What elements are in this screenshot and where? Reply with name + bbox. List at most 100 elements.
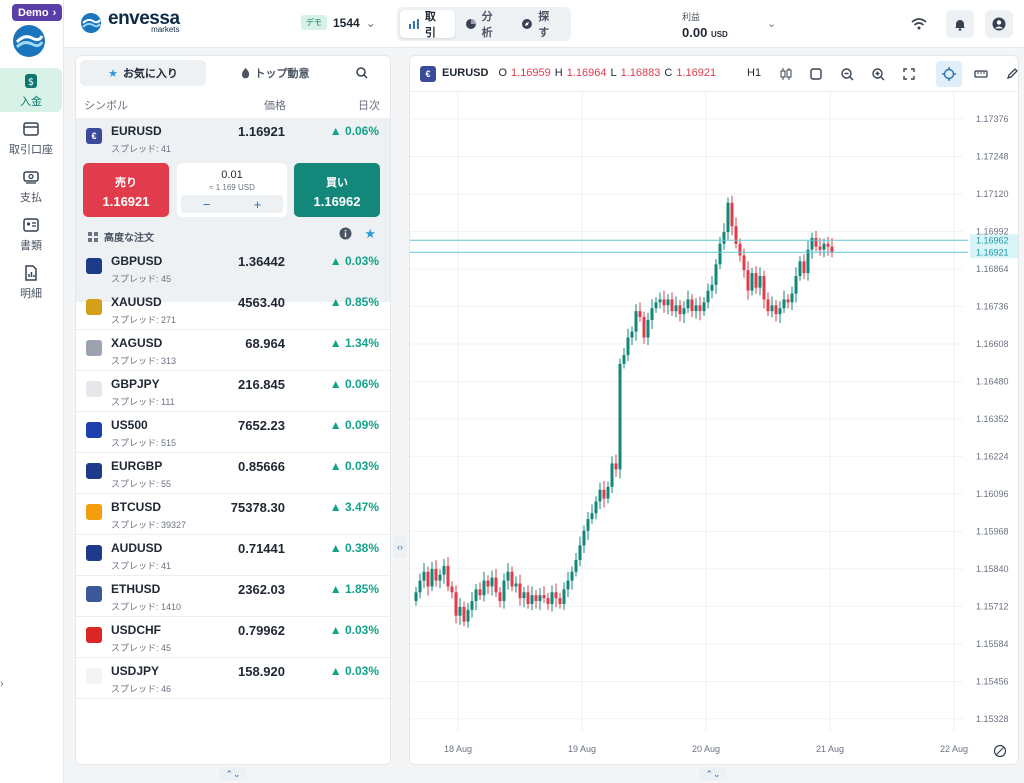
mode-explore[interactable]: 探す <box>513 10 568 39</box>
reset-zoom-icon[interactable] <box>993 744 1007 758</box>
candle-body <box>458 606 462 616</box>
symbol-price: 0.71441 <box>238 541 285 556</box>
candle-body <box>514 583 518 587</box>
lot-size-usd: ≈ 1 169 USD <box>209 183 255 192</box>
statement-icon <box>25 264 37 281</box>
symbol-name: USDJPY <box>111 664 160 678</box>
notifications-icon[interactable] <box>946 10 974 38</box>
info-icon[interactable] <box>339 227 352 240</box>
symbol-row[interactable]: USDCHF スプレッド: 45 0.79962 ▲ 0.03% <box>76 617 390 658</box>
symbol-change: ▲ 0.03% <box>329 623 379 637</box>
favorite-star-icon[interactable]: ★ <box>364 227 376 240</box>
symbol-change-value: 3.47% <box>344 500 379 514</box>
square-icon[interactable] <box>806 64 826 84</box>
symbol-flag-icon <box>86 422 102 438</box>
symbol-row[interactable]: XAGUSD スプレッド: 313 68.964 ▲ 1.34% <box>76 330 390 371</box>
x-tick-label: 18 Aug <box>444 744 472 754</box>
symbol-row[interactable]: US500 スプレッド: 515 7652.23 ▲ 0.09% <box>76 412 390 453</box>
profit-amount: 0.00 <box>682 25 708 40</box>
plus-icon[interactable]: + <box>254 197 262 212</box>
mode-trade[interactable]: 取引 <box>400 10 455 39</box>
fullscreen-icon[interactable] <box>899 64 919 84</box>
symbol-change: ▲ 3.47% <box>329 500 379 514</box>
candlestick-icon[interactable] <box>776 64 796 84</box>
candle-body <box>450 586 454 593</box>
lot-size-value[interactable]: 0.01 <box>177 169 287 181</box>
nav-expand-icon[interactable]: › <box>0 678 8 690</box>
symbol-spread: スプレッド: 1410 <box>111 602 182 612</box>
symbol-row[interactable]: GBPJPY スプレッド: 111 216.845 ▲ 0.06% <box>76 371 390 412</box>
symbol-price: 4563.40 <box>238 295 285 310</box>
sell-button[interactable]: 売り 1.16921 <box>83 163 169 217</box>
symbol-flag-icon <box>86 299 102 315</box>
symbol-flag-icon <box>86 463 102 479</box>
symbol-row[interactable]: AUDUSD スプレッド: 41 0.71441 ▲ 0.38% <box>76 535 390 576</box>
symbol-change-value: 0.03% <box>344 254 379 268</box>
candle-body <box>542 595 546 599</box>
selected-symbol-row[interactable]: € EURUSD スプレッド: 41 1.16921 ▲ 0.06% <box>76 118 390 159</box>
symbol-change: ▲ 1.85% <box>329 582 379 596</box>
symbol-row[interactable]: GBPUSD スプレッド: 45 1.36442 ▲ 0.03% <box>76 248 390 289</box>
candle-body <box>774 305 778 315</box>
candle-body <box>534 595 538 602</box>
search-button[interactable] <box>338 60 386 86</box>
mode-analysis[interactable]: 分析 <box>457 10 512 39</box>
symbol-change: ▲ 0.06% <box>329 377 379 391</box>
nav-documents[interactable]: 書類 <box>0 212 62 256</box>
column-change: 日次 <box>358 100 380 112</box>
advanced-order-link[interactable]: 高度な注文 <box>88 229 154 244</box>
account-selector[interactable]: デモ 1544 ⌄ <box>301 15 376 30</box>
candle-body <box>466 609 470 622</box>
symbol-row[interactable]: USDJPY スプレッド: 46 158.920 ▲ 0.03% <box>76 658 390 699</box>
minus-icon[interactable]: − <box>203 197 211 212</box>
panel-resize-icon[interactable]: ‹› <box>393 536 407 558</box>
demo-badge[interactable]: Demo › <box>12 4 63 21</box>
pencil-icon[interactable] <box>1002 64 1018 84</box>
symbol-row[interactable]: BTCUSD スプレッド: 39327 75378.30 ▲ 3.47% <box>76 494 390 535</box>
chart-panel: € EURUSD O 1.16959 H 1.16964 L 1.16883 C… <box>409 55 1019 765</box>
user-avatar-icon[interactable] <box>985 10 1013 38</box>
symbol-row[interactable]: XAUUSD スプレッド: 271 4563.40 ▲ 0.85% <box>76 289 390 330</box>
timeframe-selector[interactable]: H1 <box>747 67 761 79</box>
nav-statement[interactable]: 明細 <box>0 260 62 304</box>
symbol-change-value: 0.06% <box>344 377 379 391</box>
buy-button[interactable]: 買い 1.16962 <box>294 163 380 217</box>
nav-payment[interactable]: 支払 <box>0 164 62 208</box>
y-tick-label: 1.15584 <box>976 639 1009 649</box>
connection-icon[interactable] <box>905 10 933 38</box>
nav-deposit[interactable]: $ 入金 <box>0 68 62 112</box>
symbol-flag-icon <box>86 258 102 274</box>
chart-symbol[interactable]: EURUSD <box>442 67 488 79</box>
y-tick-label: 1.16224 <box>976 451 1009 461</box>
symbol-row[interactable]: EURGBP スプレッド: 55 0.85666 ▲ 0.03% <box>76 453 390 494</box>
ruler-icon[interactable] <box>971 64 991 84</box>
star-icon: ★ <box>108 67 118 80</box>
chart-collapse-icon[interactable]: ⌃⌄ <box>699 767 727 781</box>
tab-top-movers[interactable]: トップ動意 <box>212 60 338 86</box>
crosshair-icon[interactable] <box>936 61 962 87</box>
candle-body <box>606 486 610 499</box>
column-symbol: シンボル <box>84 100 128 112</box>
zoom-out-icon[interactable] <box>837 64 857 84</box>
symbol-price: 0.85666 <box>238 459 285 474</box>
candle-body <box>822 243 826 250</box>
lot-controls: − + <box>181 195 283 213</box>
symbol-actions: ★ <box>339 227 376 240</box>
symbol-name: US500 <box>111 418 148 432</box>
candle-body <box>758 276 762 288</box>
watchlist-collapse-icon[interactable]: ⌃⌄ <box>219 767 247 781</box>
nav-trading-account[interactable]: 取引口座 <box>0 116 62 160</box>
demo-label: Demo <box>18 6 49 19</box>
app-logo-icon[interactable] <box>12 24 46 58</box>
chevron-down-icon[interactable]: ⌄ <box>767 17 776 30</box>
high-value: 1.16964 <box>566 67 607 79</box>
close-value: 1.16921 <box>676 67 717 79</box>
low-label: L <box>610 67 617 79</box>
candle-body <box>562 589 566 604</box>
zoom-in-icon[interactable] <box>868 64 888 84</box>
ask-price-label: 1.16962 <box>976 235 1009 245</box>
symbol-flag-icon <box>86 586 102 602</box>
tab-favorites[interactable]: ★ お気に入り <box>80 60 206 86</box>
price-chart[interactable]: 1.16962 1.16921 1.17376 1.17248 1.17120 1.16… <box>410 92 1019 765</box>
symbol-row[interactable]: ETHUSD スプレッド: 1410 2362.03 ▲ 1.85% <box>76 576 390 617</box>
